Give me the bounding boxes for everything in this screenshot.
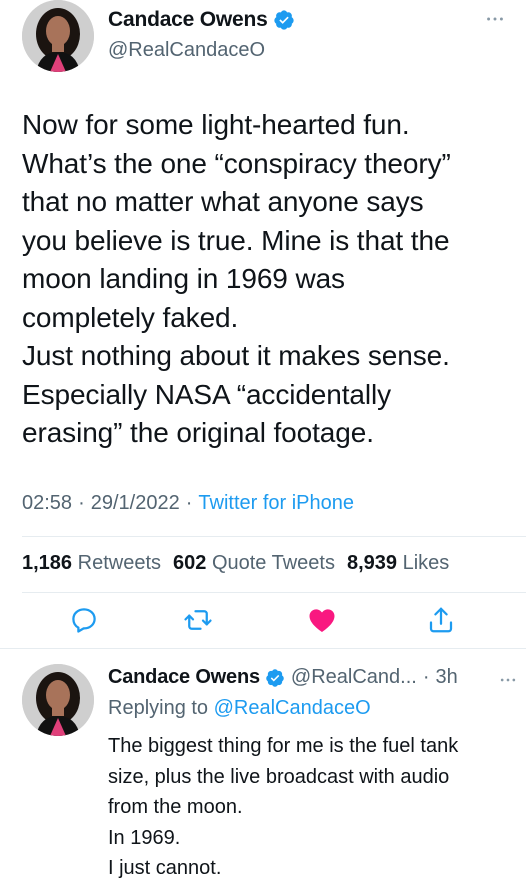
tweet-text-line: you believe is true. Mine is that the: [22, 224, 450, 256]
author-name[interactable]: Candace Owens: [108, 8, 268, 32]
verified-badge-icon: [265, 668, 285, 688]
tweet-meta: 02:58 · 29/1/2022 · Twitter for iPhone: [22, 492, 354, 515]
meta-separator: ·: [185, 492, 193, 514]
retweets-count: 1,186: [22, 552, 73, 574]
retweet-icon[interactable]: [183, 605, 213, 635]
tweet-text: Now for some light-hearted fun. What’s t…: [22, 106, 512, 453]
reply-text-line: The biggest thing for me is the fuel tan…: [108, 735, 459, 757]
reply-author-handle[interactable]: @RealCand...: [291, 666, 417, 689]
reply-icon[interactable]: [69, 605, 99, 635]
tweet-source-link[interactable]: Twitter for iPhone: [198, 492, 354, 514]
reply-text-line: from the moon.: [108, 796, 243, 818]
tweet-text-line: What’s the one “conspiracy theory”: [22, 147, 451, 179]
tweet-time[interactable]: 02:58: [22, 492, 72, 514]
quotes-label: Quote Tweets: [211, 552, 335, 574]
like-icon[interactable]: [307, 605, 337, 635]
tweet-stats: 1,186 Retweets 602 Quote Tweets 8,939 Like…: [22, 552, 461, 575]
meta-separator: ·: [78, 492, 85, 514]
reply-text-line: size, plus the live broadcast with audio: [108, 765, 450, 788]
reply-text: The biggest thing for me is the fuel tan…: [108, 731, 518, 878]
author-avatar[interactable]: [22, 0, 94, 72]
author-name-row: Candace Owens: [108, 8, 295, 32]
tweet-text-line: Just nothing about it makes sense.: [22, 340, 450, 371]
replying-to-mention[interactable]: @RealCandaceO: [214, 697, 371, 719]
share-icon[interactable]: [426, 605, 456, 635]
author-handle[interactable]: @RealCandaceO: [108, 39, 265, 62]
tweet-text-line: Especially NASA “accidentally: [22, 378, 392, 410]
replying-to: Replying to @RealCandaceO: [108, 697, 371, 720]
reply-separator: ·: [422, 666, 430, 688]
tweet-text-line: Now for some light-hearted fun.: [22, 109, 410, 140]
verified-badge-icon: [273, 9, 295, 31]
tweet-date[interactable]: 29/1/2022: [91, 492, 180, 514]
retweets-label: Retweets: [77, 552, 161, 574]
tweet-text-line: moon landing in 1969 was: [22, 263, 345, 294]
reply-text-line: I just cannot.: [108, 857, 222, 878]
likes-label: Likes: [402, 552, 450, 574]
tweet-text-line: erasing” the original footage.: [22, 417, 374, 448]
reply-author-name[interactable]: Candace Owens: [108, 666, 260, 689]
likes-count: 8,939: [346, 552, 398, 574]
quotes-stat[interactable]: 602 Quote Tweets: [173, 552, 335, 574]
reply-age[interactable]: 3h: [436, 666, 458, 689]
tweet-text-line: that no matter what anyone says: [22, 186, 424, 217]
quotes-count: 602: [173, 552, 207, 574]
retweets-stat[interactable]: 1,186 Retweets: [22, 552, 161, 574]
likes-stat[interactable]: 8,939 Likes: [347, 552, 449, 574]
reply-author-avatar[interactable]: [22, 664, 94, 736]
reply-header: Candace Owens @RealCand... · 3h: [108, 666, 458, 689]
divider: [0, 648, 526, 649]
divider: [22, 592, 526, 593]
reply-more-options-icon[interactable]: [498, 670, 518, 690]
divider: [22, 536, 526, 537]
replying-label: Replying to: [108, 697, 209, 719]
more-options-icon[interactable]: [484, 8, 506, 30]
reply-text-line: In 1969.: [108, 826, 181, 849]
tweet-text-line: completely faked.: [22, 301, 239, 333]
